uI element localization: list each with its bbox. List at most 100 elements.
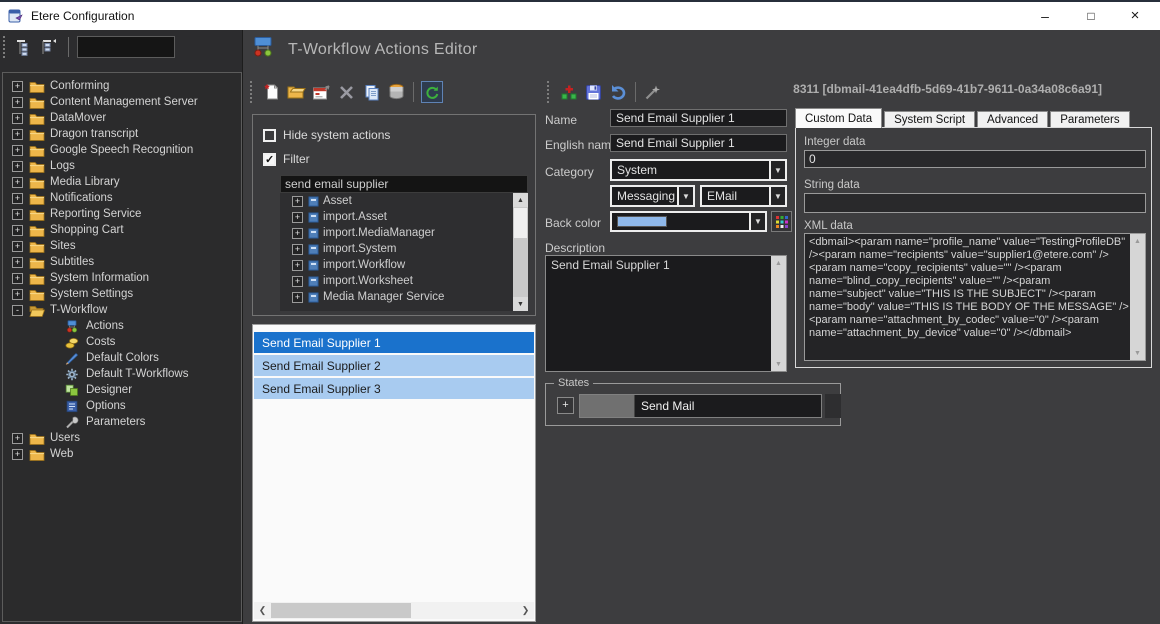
scroll-right-icon[interactable]: ❯	[517, 602, 534, 619]
type-select[interactable]: EMail ▼	[700, 185, 787, 207]
integer-data-input[interactable]: 0	[804, 150, 1146, 168]
expand-icon[interactable]: +	[12, 225, 23, 236]
expand-icon[interactable]: +	[12, 433, 23, 444]
string-data-input[interactable]	[804, 193, 1146, 213]
sidebar-item-media-library[interactable]: +Media Library	[3, 174, 241, 190]
collapse-tree-icon[interactable]	[38, 36, 64, 58]
undo-icon[interactable]	[606, 80, 631, 104]
action-type-import-worksheet[interactable]: +import.Worksheet	[280, 273, 528, 289]
expand-icon[interactable]: +	[12, 241, 23, 252]
name-input[interactable]: Send Email Supplier 1	[610, 109, 787, 127]
expand-tree-icon[interactable]	[12, 36, 38, 58]
sidebar-item-parameters[interactable]: Parameters	[3, 414, 241, 430]
action-type-asset[interactable]: +Asset	[280, 193, 528, 209]
action-type-import-system[interactable]: +import.System	[280, 241, 528, 257]
hide-system-actions-checkbox[interactable]	[263, 129, 276, 142]
expand-icon[interactable]: +	[292, 292, 303, 303]
toolbar-grip[interactable]	[250, 81, 255, 103]
description-textarea[interactable]: Send Email Supplier 1 ▲ ▼	[545, 255, 787, 372]
sidebar-item-datamover[interactable]: +DataMover	[3, 110, 241, 126]
edit-form-icon[interactable]	[309, 80, 334, 104]
scroll-up-icon[interactable]: ▲	[513, 193, 528, 207]
action-row-send-email-supplier-3[interactable]: Send Email Supplier 3	[254, 378, 534, 399]
sidebar-item-default-t-workflows[interactable]: Default T-Workflows	[3, 366, 241, 382]
color-picker-button[interactable]	[771, 211, 792, 232]
sidebar-item-t-workflow[interactable]: -T-Workflow	[3, 302, 241, 318]
sidebar-search-input[interactable]	[77, 36, 175, 58]
refresh-icon[interactable]	[421, 81, 443, 103]
scroll-down-icon[interactable]: ▼	[1130, 346, 1145, 360]
chevron-down-icon[interactable]: ▼	[749, 213, 765, 230]
tab-system-script[interactable]: System Script	[884, 111, 975, 127]
xml-scrollbar[interactable]: ▲ ▼	[1130, 234, 1145, 360]
chevron-down-icon[interactable]: ▼	[769, 161, 785, 179]
sidebar-item-system-information[interactable]: +System Information	[3, 270, 241, 286]
sidebar-item-google-speech-recognition[interactable]: +Google Speech Recognition	[3, 142, 241, 158]
sidebar-item-users[interactable]: +Users	[3, 430, 241, 446]
sidebar-item-dragon-transcript[interactable]: +Dragon transcript	[3, 126, 241, 142]
sidebar-item-designer[interactable]: Designer	[3, 382, 241, 398]
sidebar-item-subtitles[interactable]: +Subtitles	[3, 254, 241, 270]
expand-icon[interactable]: +	[12, 289, 23, 300]
open-icon[interactable]	[284, 80, 309, 104]
scroll-down-icon[interactable]: ▼	[771, 357, 786, 371]
expand-icon[interactable]: +	[12, 145, 23, 156]
chevron-down-icon[interactable]: ▼	[769, 187, 785, 205]
copy-icon[interactable]	[359, 80, 384, 104]
state-row[interactable]: Send Mail	[579, 394, 822, 418]
category-select[interactable]: System ▼	[610, 159, 787, 181]
scroll-up-icon[interactable]: ▲	[771, 256, 786, 270]
expand-icon[interactable]: +	[292, 212, 303, 223]
tab-parameters[interactable]: Parameters	[1050, 111, 1129, 127]
expand-icon[interactable]: +	[12, 129, 23, 140]
expand-icon[interactable]: +	[292, 260, 303, 271]
add-state-button[interactable]: +	[557, 397, 574, 414]
filter-text-input[interactable]: send email supplier	[280, 175, 528, 193]
new-action-icon[interactable]	[259, 80, 284, 104]
xml-data-textarea[interactable]: <dbmail><param name="profile_name" value…	[804, 233, 1146, 361]
maximize-button[interactable]: □	[1068, 2, 1114, 29]
sidebar-item-conforming[interactable]: +Conforming	[3, 78, 241, 94]
sidebar-item-default-colors[interactable]: Default Colors	[3, 350, 241, 366]
chevron-down-icon[interactable]: ▼	[677, 187, 693, 205]
add-workflow-icon[interactable]	[556, 80, 581, 104]
tab-advanced[interactable]: Advanced	[977, 111, 1048, 127]
subcategory-select[interactable]: Messaging ▼	[610, 185, 695, 207]
save-icon[interactable]	[581, 80, 606, 104]
action-row-send-email-supplier-1[interactable]: Send Email Supplier 1	[254, 332, 534, 353]
expand-icon[interactable]: +	[12, 449, 23, 460]
expand-icon[interactable]: +	[12, 97, 23, 108]
expand-icon[interactable]: +	[292, 196, 303, 207]
tab-custom-data[interactable]: Custom Data	[795, 108, 882, 128]
action-type-import-mediamanager[interactable]: +import.MediaManager	[280, 225, 528, 241]
scroll-down-icon[interactable]: ▼	[513, 297, 528, 311]
sidebar-item-system-settings[interactable]: +System Settings	[3, 286, 241, 302]
state-color-swatch[interactable]	[580, 395, 635, 417]
expand-icon[interactable]: +	[12, 177, 23, 188]
sidebar-item-shopping-cart[interactable]: +Shopping Cart	[3, 222, 241, 238]
scrollbar-thumb[interactable]	[271, 603, 411, 618]
sidebar-item-sites[interactable]: +Sites	[3, 238, 241, 254]
sidebar-item-logs[interactable]: +Logs	[3, 158, 241, 174]
close-button[interactable]: ×	[1112, 2, 1158, 29]
database-icon[interactable]	[384, 80, 409, 104]
expand-icon[interactable]: +	[292, 228, 303, 239]
scroll-up-icon[interactable]: ▲	[1130, 234, 1145, 248]
list-horizontal-scrollbar[interactable]: ❮ ❯	[254, 602, 534, 619]
sidebar-item-costs[interactable]: Costs	[3, 334, 241, 350]
toolbar-grip[interactable]	[547, 81, 552, 103]
expand-icon[interactable]: +	[12, 161, 23, 172]
minimize-button[interactable]: –	[1022, 2, 1068, 29]
expand-icon[interactable]: +	[12, 257, 23, 268]
back-color-select[interactable]: ▼	[610, 211, 767, 232]
filter-checkbox[interactable]: ✓	[263, 153, 276, 166]
expand-icon[interactable]: +	[12, 81, 23, 92]
sidebar-item-content-management-server[interactable]: +Content Management Server	[3, 94, 241, 110]
sidebar-item-actions[interactable]: Actions	[3, 318, 241, 334]
expand-icon[interactable]: +	[292, 244, 303, 255]
scrollbar-thumb[interactable]	[514, 208, 527, 238]
action-type-import-asset[interactable]: +import.Asset	[280, 209, 528, 225]
sidebar-item-notifications[interactable]: +Notifications	[3, 190, 241, 206]
sidebar-item-reporting-service[interactable]: +Reporting Service	[3, 206, 241, 222]
expand-icon[interactable]: +	[12, 273, 23, 284]
